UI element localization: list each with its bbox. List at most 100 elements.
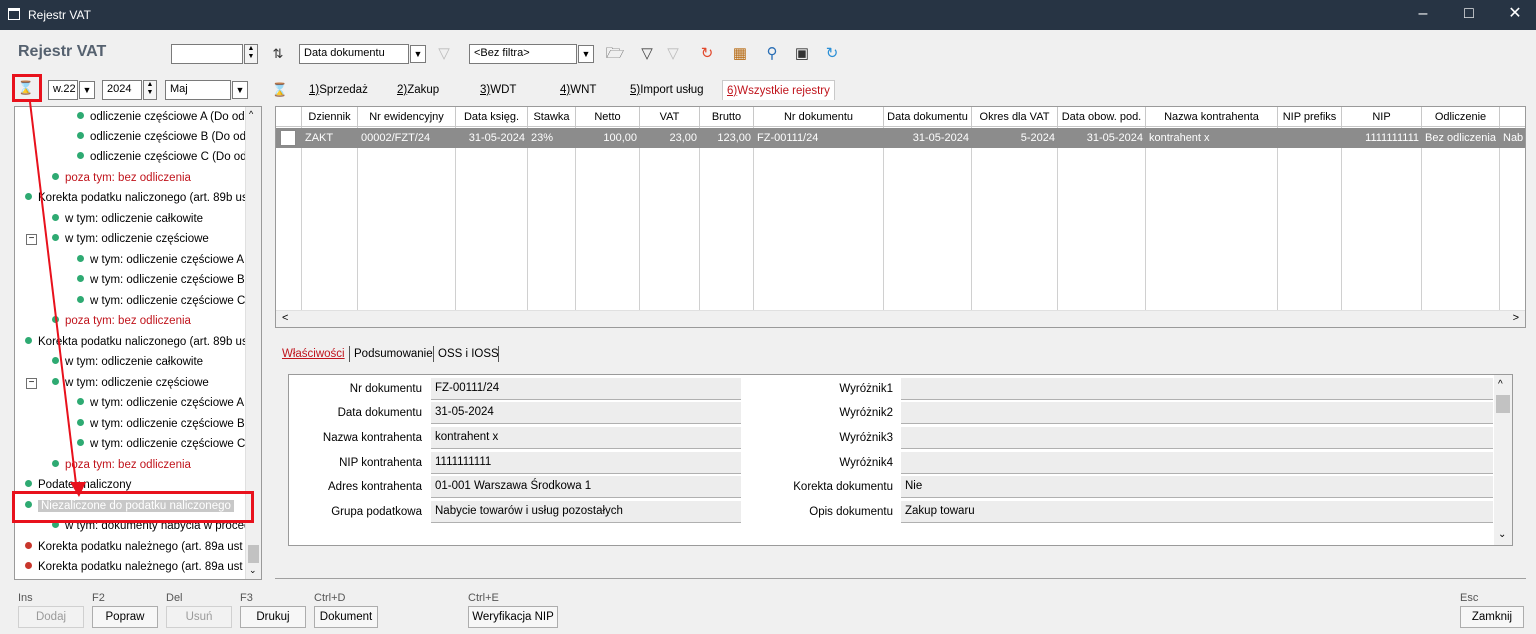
table-settings-icon[interactable]: ▦: [730, 44, 750, 64]
field-value[interactable]: Nie: [901, 476, 1493, 498]
filter-select[interactable]: <Bez filtra>: [469, 44, 577, 64]
year-spinner[interactable]: ▲ ▼: [143, 80, 157, 100]
column-header[interactable]: [1500, 107, 1525, 127]
sort-az-icon[interactable]: ⇅: [268, 44, 288, 64]
tab-sprzedaz[interactable]: 1)Sprzedaż: [309, 80, 368, 100]
column-header[interactable]: Okres dla VAT: [972, 107, 1058, 127]
tree-item[interactable]: w tym: odliczenie częściowe: [52, 229, 209, 249]
chevron-down-icon[interactable]: ▼: [79, 81, 95, 99]
column-header[interactable]: Nr dokumentu: [754, 107, 884, 127]
tab-oss-ioss[interactable]: OSS i IOSS: [438, 345, 499, 363]
delete-button[interactable]: Usuń: [166, 606, 232, 628]
tree-item[interactable]: w tym: odliczenie częściowe B: [77, 414, 245, 434]
vat-register-table[interactable]: Dziennik Nr ewidencyjny Data księg. Staw…: [275, 106, 1526, 328]
field-value[interactable]: [901, 402, 1493, 424]
field-value[interactable]: [901, 427, 1493, 449]
field-value[interactable]: [901, 378, 1493, 400]
tree-item[interactable]: odliczenie częściowe C (Do od: [77, 147, 247, 167]
properties-scrollbar[interactable]: ^ ⌄: [1494, 375, 1512, 545]
tree-item[interactable]: w tym: odliczenie częściowe: [52, 373, 209, 393]
close-button[interactable]: Zamknij: [1460, 606, 1524, 628]
refresh-icon[interactable]: ↻: [697, 44, 717, 64]
tree-item[interactable]: w tym: odliczenie częściowe C: [77, 434, 245, 454]
column-header[interactable]: NIP: [1342, 107, 1422, 127]
export-icon[interactable]: ▣: [792, 44, 812, 64]
field-value[interactable]: Nabycie towarów i usług pozostałych: [431, 501, 741, 523]
table-hscrollbar[interactable]: < >: [276, 310, 1525, 327]
column-header[interactable]: Data dokumentu: [884, 107, 972, 127]
chevron-down-icon[interactable]: ▼: [578, 45, 594, 63]
search-input[interactable]: [171, 44, 243, 64]
table-row[interactable]: ZAKT 00002/FZT/24 31-05-2024 23% 100,00 …: [276, 128, 1525, 148]
tree-item[interactable]: Korekta podatku należnego (art. 89a ust …: [25, 537, 252, 557]
column-header[interactable]: Stawka: [528, 107, 576, 127]
tree-item[interactable]: poza tym: bez odliczenia: [52, 168, 191, 188]
column-header[interactable]: Odliczenie: [1422, 107, 1500, 127]
hotkey-label: Ins: [18, 592, 33, 604]
tree-item[interactable]: odliczenie częściowe B (Do od: [77, 127, 246, 147]
edit-button[interactable]: Popraw: [92, 606, 158, 628]
collapse-icon[interactable]: −: [26, 378, 37, 389]
search-document-icon[interactable]: ⚲: [762, 44, 782, 64]
folder-icon[interactable]: 🗁: [605, 44, 625, 64]
column-header[interactable]: Brutto: [700, 107, 754, 127]
chevron-down-icon[interactable]: ▼: [410, 45, 426, 63]
field-value[interactable]: 1111111111: [431, 452, 741, 474]
tab-wnt[interactable]: 4)WNT: [560, 80, 596, 100]
tree-item[interactable]: Korekta podatku naliczonego (art. 89b us: [25, 332, 248, 352]
tab-wszystkie-rejestry[interactable]: 6)Wszystkie rejestry: [722, 80, 835, 100]
tree-item[interactable]: w tym: odliczenie częściowe C: [77, 291, 245, 311]
tree-item[interactable]: w tym: odliczenie całkowite: [52, 352, 203, 372]
hourglass-icon[interactable]: ⌛: [270, 80, 290, 100]
column-header[interactable]: VAT: [640, 107, 700, 127]
close-icon[interactable]: ✕: [1500, 4, 1530, 26]
tree-item[interactable]: poza tym: bez odliczenia: [52, 455, 191, 475]
period-week-select[interactable]: w.22: [48, 80, 78, 100]
year-input[interactable]: 2024: [102, 80, 142, 100]
table-cell: [1278, 128, 1342, 148]
field-value[interactable]: 31-05-2024: [431, 402, 741, 424]
minimize-icon[interactable]: –: [1408, 4, 1438, 26]
tree-item[interactable]: Korekta podatku naliczonego (art. 89b us: [25, 188, 248, 208]
tree-item[interactable]: w tym: odliczenie częściowe A: [77, 393, 244, 413]
column-header[interactable]: Data obow. pod.: [1058, 107, 1146, 127]
column-header[interactable]: Dziennik: [302, 107, 358, 127]
tab-zakup[interactable]: 2)Zakup: [397, 80, 439, 100]
tab-podsumowanie[interactable]: Podsumowanie: [354, 345, 433, 363]
sort-field-select[interactable]: Data dokumentu: [299, 44, 409, 64]
tree-item[interactable]: odliczenie częściowe A (Do od: [77, 107, 245, 127]
column-header[interactable]: Data księg.: [456, 107, 528, 127]
search-spinner[interactable]: ▲ ▼: [244, 44, 258, 64]
tree-item[interactable]: w tym: odliczenie częściowe A: [77, 250, 244, 270]
maximize-icon[interactable]: □: [1454, 4, 1484, 26]
field-value[interactable]: 01-001 Warszawa Środkowa 1: [431, 476, 741, 498]
column-header[interactable]: NIP prefiks: [1278, 107, 1342, 127]
tree-item[interactable]: poza tym: bez odliczenia: [52, 311, 191, 331]
tree-item[interactable]: w tym: odliczenie całkowite: [52, 209, 203, 229]
field-value[interactable]: FZ-00111/24: [431, 378, 741, 400]
tab-wdt[interactable]: 3)WDT: [480, 80, 516, 100]
verify-nip-button[interactable]: Weryfikacja NIP: [468, 606, 558, 628]
field-value[interactable]: kontrahent x: [431, 427, 741, 449]
tab-import-uslug[interactable]: 5)Import usług: [630, 80, 704, 100]
hotkey-label: F2: [92, 592, 105, 604]
column-header[interactable]: Netto: [576, 107, 640, 127]
column-header[interactable]: Nr ewidencyjny: [358, 107, 456, 127]
field-value[interactable]: [901, 452, 1493, 474]
chevron-down-icon[interactable]: ▼: [232, 81, 248, 99]
month-select[interactable]: Maj: [165, 80, 231, 100]
print-button[interactable]: Drukuj: [240, 606, 306, 628]
collapse-icon[interactable]: −: [26, 234, 37, 245]
tree-item[interactable]: w tym: odliczenie częściowe B: [77, 270, 245, 290]
column-header[interactable]: Nazwa kontrahenta: [1146, 107, 1278, 127]
add-button[interactable]: Dodaj: [18, 606, 84, 628]
tab-wlasciwosci[interactable]: Właściwości: [282, 345, 345, 363]
filter-icon[interactable]: ▽: [637, 44, 657, 64]
filter-disabled-icon: ▽: [438, 45, 450, 62]
tree-item[interactable]: Korekta podatku należnego (art. 89a ust …: [25, 557, 252, 577]
row-checkbox[interactable]: [280, 130, 296, 146]
reload-icon[interactable]: ↻: [822, 44, 842, 64]
field-value[interactable]: Zakup towaru: [901, 501, 1493, 523]
field-label: Grupa podatkowa: [331, 506, 422, 518]
document-button[interactable]: Dokument: [314, 606, 378, 628]
